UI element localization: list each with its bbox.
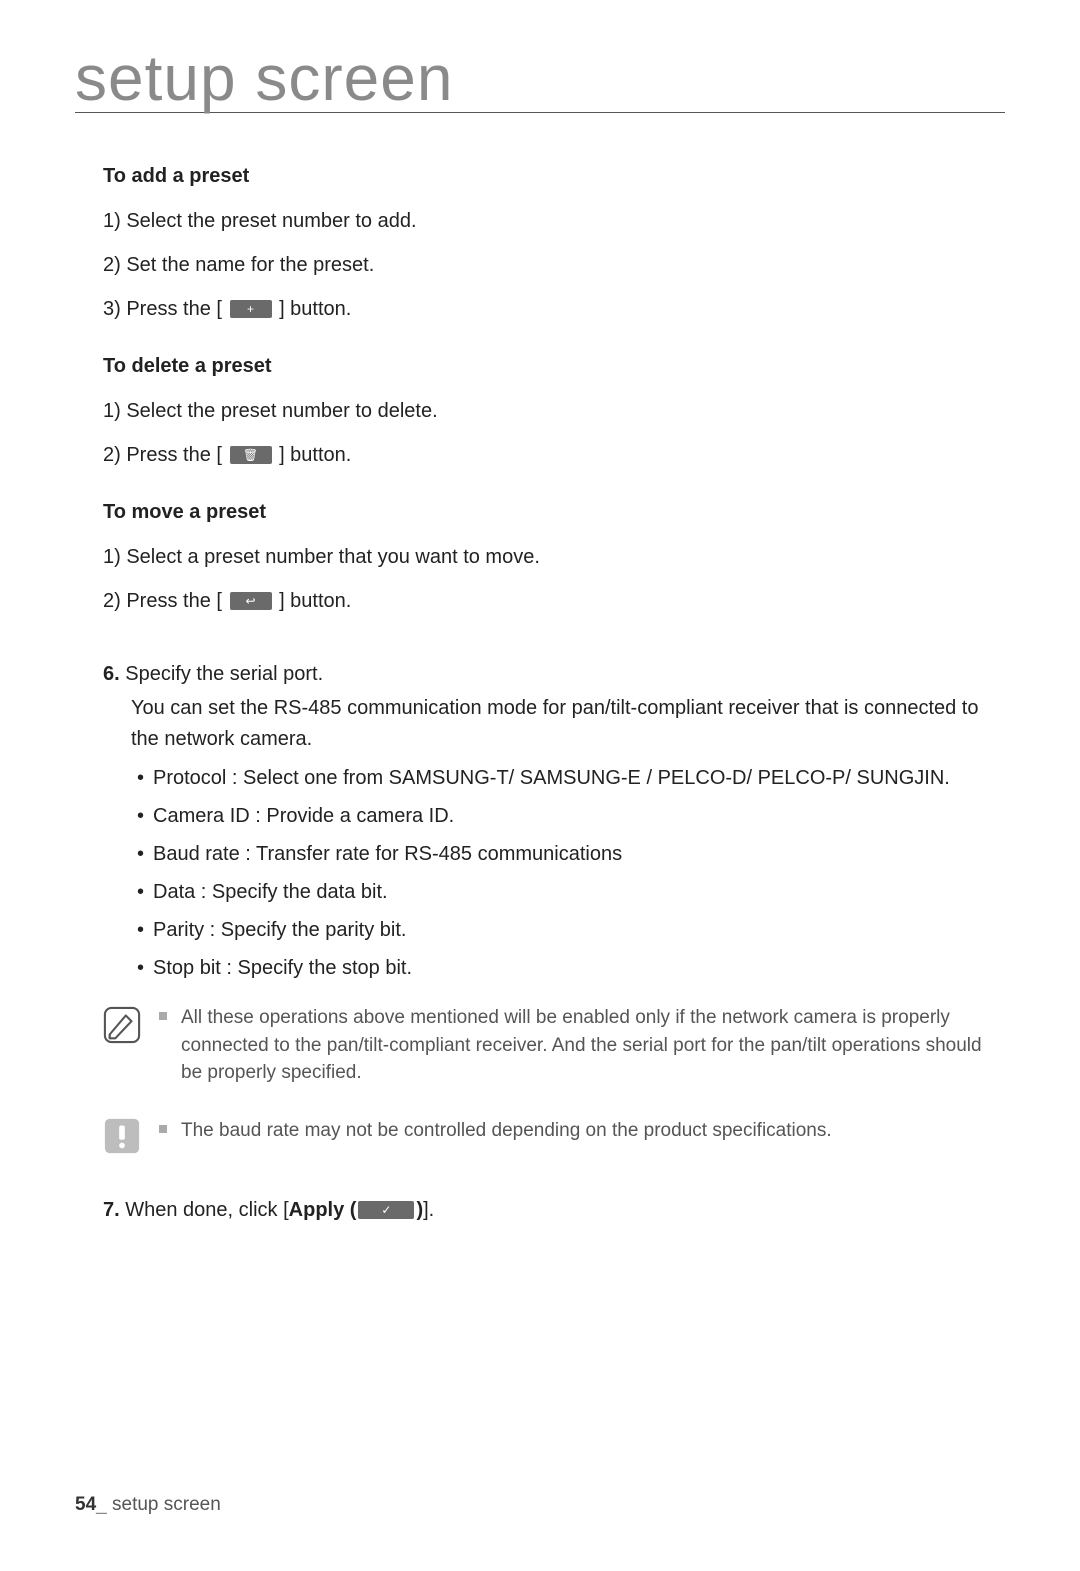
item-7-number: 7. <box>103 1199 120 1221</box>
note-block: All these operations above mentioned wil… <box>103 1004 1005 1087</box>
trash-button-icon: 🗑 <box>230 446 272 464</box>
footer-page-number: 54 <box>75 1494 96 1515</box>
heading-add-preset: To add a preset <box>103 161 1005 192</box>
bullet-baud-rate: Baud rate : Transfer rate for RS-485 com… <box>131 839 1005 870</box>
bullet-stop-bit: Stop bit : Specify the stop bit. <box>131 953 1005 984</box>
move-button-icon: ↩ <box>230 592 272 610</box>
item-6-desc: You can set the RS-485 communication mod… <box>103 693 1005 755</box>
note-text: All these operations above mentioned wil… <box>159 1004 1005 1087</box>
footer-separator: _ <box>96 1494 107 1515</box>
item-6-title: Specify the serial port. <box>125 663 323 685</box>
caution-icon <box>103 1117 141 1155</box>
move-step-2: 2) Press the [ ↩ ] button. <box>103 586 1005 617</box>
bullet-protocol: Protocol : Select one from SAMSUNG-T/ SA… <box>131 763 1005 794</box>
note-icon <box>103 1006 141 1044</box>
page-footer: 54_ setup screen <box>75 1494 221 1516</box>
delete-step-2: 2) Press the [ 🗑 ] button. <box>103 440 1005 471</box>
add-step-3: 3) Press the [ + ] button. <box>103 294 1005 325</box>
apply-button-icon: ✓ <box>358 1201 414 1219</box>
add-step-1: 1) Select the preset number to add. <box>103 206 1005 237</box>
move-step-2-post: ] button. <box>279 590 351 612</box>
item-7-apply-label: Apply ( <box>289 1199 357 1221</box>
add-step-2: 2) Set the name for the preset. <box>103 250 1005 281</box>
delete-step-1: 1) Select the preset number to delete. <box>103 396 1005 427</box>
item-7: 7. When done, click [Apply (✓)]. <box>103 1195 1005 1226</box>
item-6-number: 6. <box>103 663 120 685</box>
delete-step-2-pre: 2) Press the [ <box>103 444 222 466</box>
heading-move-preset: To move a preset <box>103 497 1005 528</box>
caution-text: The baud rate may not be controlled depe… <box>159 1117 1005 1145</box>
footer-label: setup screen <box>107 1494 221 1515</box>
bullet-parity: Parity : Specify the parity bit. <box>131 915 1005 946</box>
plus-button-icon: + <box>230 300 272 318</box>
bullet-camera-id: Camera ID : Provide a camera ID. <box>131 801 1005 832</box>
page-title: setup screen <box>75 45 1005 113</box>
add-step-3-post: ] button. <box>279 298 351 320</box>
move-step-2-pre: 2) Press the [ <box>103 590 222 612</box>
content-body: To add a preset 1) Select the preset num… <box>75 161 1005 1226</box>
caution-block: The baud rate may not be controlled depe… <box>103 1117 1005 1155</box>
item-7-pre: When done, click [ <box>125 1199 288 1221</box>
item-7-close: ]. <box>423 1199 434 1221</box>
delete-step-2-post: ] button. <box>279 444 351 466</box>
item-6-bullets: Protocol : Select one from SAMSUNG-T/ SA… <box>103 763 1005 984</box>
bullet-data: Data : Specify the data bit. <box>131 877 1005 908</box>
item-6: 6. Specify the serial port. You can set … <box>103 659 1005 984</box>
add-step-3-pre: 3) Press the [ <box>103 298 222 320</box>
heading-delete-preset: To delete a preset <box>103 351 1005 382</box>
move-step-1: 1) Select a preset number that you want … <box>103 542 1005 573</box>
